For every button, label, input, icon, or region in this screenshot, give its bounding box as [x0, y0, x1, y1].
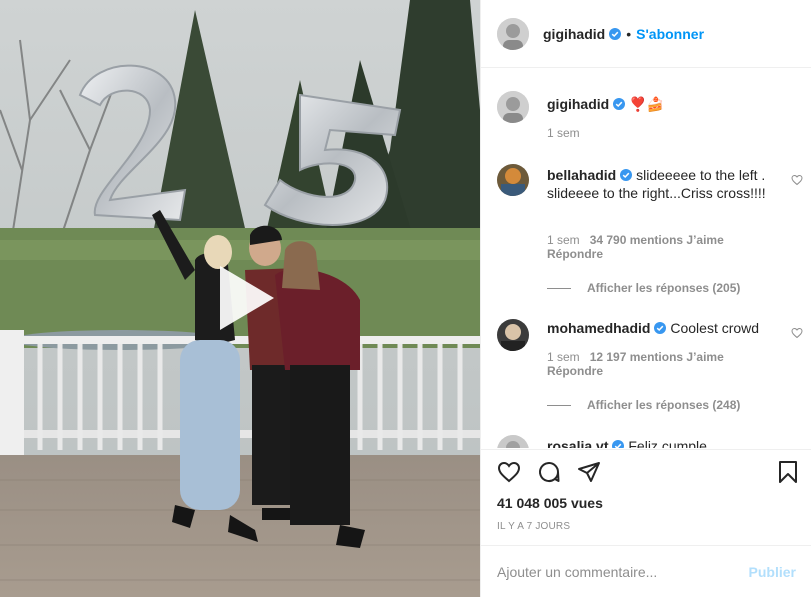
divider-line: [547, 287, 571, 289]
view-replies-button[interactable]: Afficher les réponses (248): [547, 398, 740, 412]
author-username[interactable]: gigihadid: [543, 26, 605, 42]
heart-icon[interactable]: [497, 460, 521, 484]
caption-username[interactable]: gigihadid: [547, 96, 609, 112]
publish-button[interactable]: Publier: [749, 564, 796, 580]
verified-badge-icon: [654, 322, 667, 334]
comment-age: 1 sem: [547, 350, 580, 364]
commenter-avatar[interactable]: [497, 164, 529, 196]
author-avatar[interactable]: [497, 17, 529, 50]
separator-dot: •: [626, 25, 632, 42]
post-header: gigihadid • S'abonner: [481, 0, 811, 68]
comment-text: Coolest crowd: [670, 320, 760, 336]
commenter-username[interactable]: rosalia.vt: [547, 438, 608, 448]
verified-badge-icon: [620, 169, 633, 181]
action-bar: 41 048 005 vues Il y a 7 jours: [481, 449, 811, 532]
commenter-avatar[interactable]: [497, 435, 529, 448]
caption-age: 1 sem: [547, 126, 580, 140]
comment-like-heart-icon[interactable]: [791, 174, 803, 186]
author-avatar[interactable]: [497, 91, 529, 123]
verified-badge-icon: [612, 440, 625, 448]
bookmark-icon[interactable]: [776, 460, 800, 484]
paper-plane-icon[interactable]: [577, 460, 601, 484]
divider-line: [547, 404, 571, 406]
caption-text: ❣️🍰: [629, 96, 664, 112]
post-video[interactable]: [0, 0, 480, 597]
comment-text: Feliz cumple: [628, 438, 707, 448]
view-replies-label: Afficher les réponses (205): [587, 281, 741, 295]
follow-button[interactable]: S'abonner: [636, 26, 704, 42]
commenter-avatar[interactable]: [497, 319, 529, 351]
verified-badge-icon: [613, 98, 626, 110]
reply-button[interactable]: Répondre: [547, 247, 724, 261]
comment-age: 1 sem: [547, 233, 580, 247]
comment-likes[interactable]: 12 197 mentions J’aime: [590, 350, 724, 364]
reply-button[interactable]: Répondre: [547, 364, 724, 378]
comment-icon[interactable]: [537, 460, 561, 484]
play-icon[interactable]: [206, 262, 278, 334]
commenter-username[interactable]: bellahadid: [547, 167, 616, 183]
verified-badge-icon: [609, 27, 622, 40]
comment-composer: Publier: [481, 545, 811, 597]
comment-like-heart-icon[interactable]: [791, 327, 803, 339]
comment-likes[interactable]: 34 790 mentions J’aime: [590, 233, 724, 247]
view-replies-label: Afficher les réponses (248): [587, 398, 741, 412]
comment-input[interactable]: [497, 563, 749, 580]
post-age[interactable]: Il y a 7 jours: [497, 521, 570, 532]
post-side-panel: gigihadid • S'abonner gigihadid ❣️🍰 1 se…: [480, 0, 811, 597]
view-replies-button[interactable]: Afficher les réponses (205): [547, 281, 740, 295]
view-count[interactable]: 41 048 005 vues: [497, 495, 603, 511]
comments-list[interactable]: gigihadid ❣️🍰 1 sem bellahadid slideeeee…: [481, 69, 811, 448]
commenter-username[interactable]: mohamedhadid: [547, 320, 650, 336]
